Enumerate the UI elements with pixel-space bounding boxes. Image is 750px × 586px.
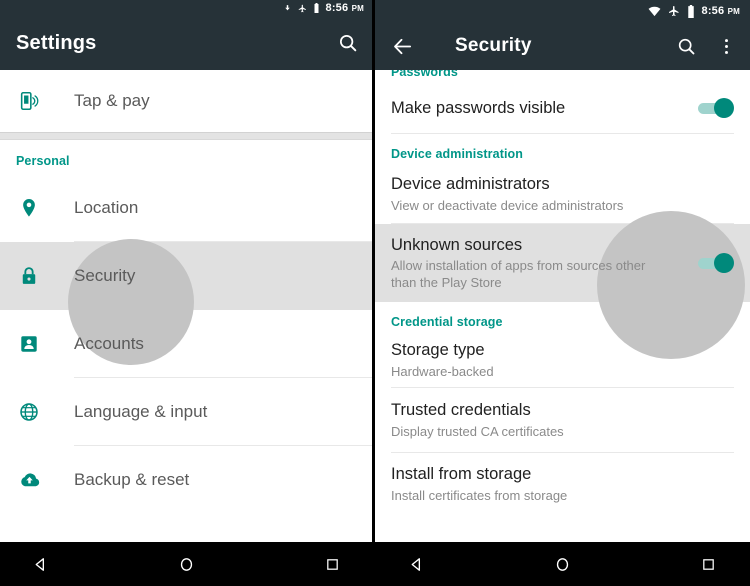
back-triangle-icon[interactable] [23, 547, 57, 581]
navigation-bar-left [0, 542, 372, 586]
home-circle-icon[interactable] [546, 547, 580, 581]
recents-square-icon[interactable] [692, 547, 726, 581]
battery-icon [687, 4, 694, 18]
status-bar-right: 8:56 PM [375, 0, 750, 22]
security-screen: 8:56 PM Security Passwords Make password… [375, 0, 750, 586]
row-text: Trusted credentials Display trusted CA c… [391, 400, 734, 440]
sidebar-item-label: Accounts [74, 333, 144, 353]
status-time-left: 8:56 PM [325, 2, 364, 14]
row-subtitle: View or deactivate device administrators [391, 197, 624, 213]
row-title: Device administrators [391, 175, 550, 194]
row-title: Make passwords visible [391, 98, 566, 117]
settings-screen: 8:56 PM Settings Tap & pay Personal Loca… [0, 0, 375, 586]
row-make-passwords-visible[interactable]: Make passwords visible [375, 83, 750, 133]
toggle-thumb [714, 98, 734, 118]
airplane-icon [668, 6, 678, 16]
recents-square-icon[interactable] [315, 547, 349, 581]
wifi-icon [648, 6, 660, 16]
download-icon [284, 4, 290, 10]
section-header-credential-storage: Credential storage [391, 315, 503, 329]
arrow-back-icon[interactable] [379, 24, 425, 68]
row-title: Trusted credentials [391, 401, 531, 420]
account-badge-icon [16, 333, 42, 355]
row-device-administrators[interactable]: Device administrators View or deactivate… [375, 165, 750, 223]
row-subtitle: Allow installation of apps from sources … [391, 258, 646, 291]
row-subtitle: Display trusted CA certificates [391, 423, 564, 439]
row-install-from-storage[interactable]: Install from storage Install certificate… [375, 453, 750, 515]
row-storage-type[interactable]: Storage type Hardware-backed [375, 333, 750, 387]
row-title: Unknown sources [391, 235, 523, 254]
sidebar-item-label: Language & input [74, 401, 208, 421]
toggle-thumb [714, 253, 734, 273]
sidebar-item-label: Security [74, 266, 136, 285]
security-toolbar: Security [375, 22, 750, 70]
home-circle-icon[interactable] [169, 547, 203, 581]
row-text: Install from storage Install certificate… [391, 464, 734, 504]
cloud-upload-icon [16, 468, 42, 491]
section-header-passwords: Passwords [391, 70, 458, 79]
overflow-menu-icon[interactable] [710, 24, 742, 68]
search-icon[interactable] [326, 21, 370, 65]
make-passwords-visible-toggle[interactable] [698, 98, 734, 118]
row-trusted-credentials[interactable]: Trusted credentials Display trusted CA c… [375, 388, 750, 452]
search-icon[interactable] [664, 24, 708, 68]
security-list[interactable]: Passwords Make passwords visible Device … [375, 70, 750, 542]
back-triangle-icon[interactable] [400, 547, 434, 581]
settings-toolbar: Settings [0, 16, 372, 70]
row-subtitle: Hardware-backed [391, 363, 494, 379]
navigation-bar-right [375, 542, 750, 586]
section-header-personal: Personal [16, 154, 70, 168]
nfc-tap-and-pay-icon [16, 90, 42, 112]
sidebar-item-security[interactable]: Security [0, 239, 372, 365]
row-text: Unknown sources Allow installation of ap… [391, 235, 688, 292]
globe-icon [16, 401, 42, 423]
settings-list[interactable]: Tap & pay Personal Location Security Acc… [0, 70, 372, 542]
status-bar-left: 8:56 PM [0, 0, 372, 16]
sidebar-item-tap-and-pay[interactable]: Tap & pay [0, 70, 372, 132]
section-header-device-administration: Device administration [391, 147, 524, 161]
row-text: Storage type Hardware-backed [391, 340, 734, 380]
row-unknown-sources[interactable]: Unknown sources Allow installation of ap… [375, 211, 750, 359]
battery-icon [314, 3, 318, 13]
sidebar-item-location[interactable]: Location [0, 174, 372, 241]
section-divider-band [0, 132, 372, 140]
status-time-right: 8:56 PM [701, 5, 740, 17]
location-pin-icon [16, 197, 42, 219]
row-title: Install from storage [391, 465, 532, 484]
row-text: Device administrators View or deactivate… [391, 174, 734, 214]
dual-screenshot: 8:56 PM Settings Tap & pay Personal Loca… [0, 0, 750, 586]
sidebar-item-label: Tap & pay [74, 91, 150, 110]
row-title: Storage type [391, 341, 485, 360]
sidebar-item-backup-and-reset[interactable]: Backup & reset [0, 446, 372, 513]
page-title: Security [455, 35, 532, 56]
sidebar-item-accounts[interactable]: Accounts [0, 310, 372, 377]
page-title: Settings [16, 31, 97, 54]
row-subtitle: Install certificates from storage [391, 487, 568, 503]
sidebar-item-language-and-input[interactable]: Language & input [0, 378, 372, 445]
lock-icon [16, 265, 42, 287]
row-text: Make passwords visible [391, 98, 688, 119]
unknown-sources-toggle[interactable] [698, 253, 734, 273]
sidebar-item-label: Backup & reset [74, 469, 190, 489]
airplane-icon [298, 4, 306, 12]
sidebar-item-label: Location [74, 197, 139, 217]
